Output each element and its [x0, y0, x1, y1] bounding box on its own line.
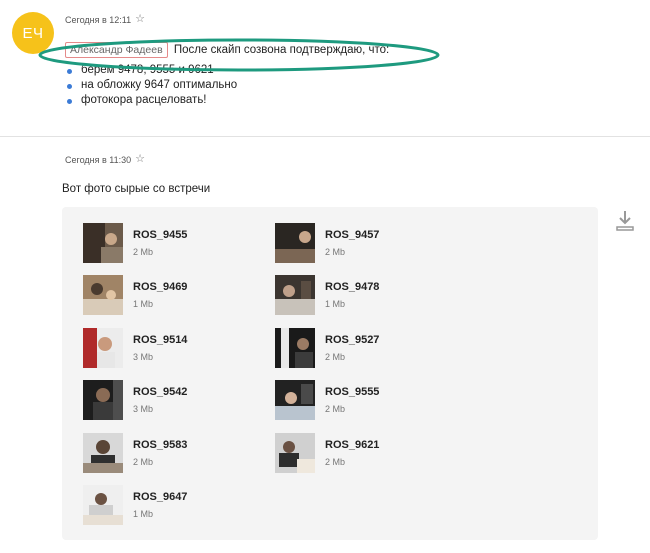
avatar[interactable]: ЕЧ: [12, 12, 54, 54]
photo-thumbnail[interactable]: [83, 328, 123, 368]
file-name[interactable]: ROS_9583: [133, 439, 187, 451]
list-item: на обложку 9647 оптимально: [65, 78, 389, 93]
file-name[interactable]: ROS_9527: [325, 334, 379, 346]
file-size: 1 Mb: [133, 299, 154, 309]
photo-thumbnail[interactable]: [83, 275, 123, 315]
attachment-item[interactable]: ROS_9647 1 Mb: [83, 485, 263, 527]
star-icon[interactable]: ☆: [135, 154, 145, 165]
message-text: Вот фото сырые со встречи: [62, 183, 211, 195]
file-size: 2 Mb: [325, 247, 346, 257]
photo-thumbnail[interactable]: [275, 275, 315, 315]
photo-thumbnail[interactable]: [83, 433, 123, 473]
file-size: 2 Mb: [325, 404, 346, 414]
file-size: 3 Mb: [133, 352, 154, 362]
photo-thumbnail[interactable]: [83, 485, 123, 525]
file-name[interactable]: ROS_9621: [325, 439, 379, 451]
attachment-item[interactable]: ROS_9527 2 Mb: [275, 328, 455, 370]
file-name[interactable]: ROS_9647: [133, 491, 187, 503]
file-size: 1 Mb: [325, 299, 346, 309]
message-body: Александр Фадеев После скайп созвона под…: [65, 42, 389, 108]
file-size: 2 Mb: [133, 247, 154, 257]
photo-thumbnail[interactable]: [275, 223, 315, 263]
photo-thumbnail[interactable]: [275, 433, 315, 473]
attachment-item[interactable]: ROS_9621 2 Mb: [275, 433, 455, 475]
message-meta: Сегодня в 12:11 ☆: [65, 14, 145, 25]
timestamp: Сегодня в 12:11: [65, 14, 132, 25]
file-name[interactable]: ROS_9514: [133, 334, 187, 346]
timestamp: Сегодня в 11:30: [65, 154, 132, 165]
file-size: 2 Mb: [325, 457, 346, 467]
file-name[interactable]: ROS_9542: [133, 386, 187, 398]
attachment-item[interactable]: ROS_9469 1 Mb: [83, 275, 263, 317]
photo-thumbnail[interactable]: [275, 328, 315, 368]
attachment-item[interactable]: ROS_9514 3 Mb: [83, 328, 263, 370]
attachment-item[interactable]: ROS_9478 1 Mb: [275, 275, 455, 317]
file-name[interactable]: ROS_9469: [133, 281, 187, 293]
attachment-item[interactable]: ROS_9457 2 Mb: [275, 223, 455, 265]
photo-thumbnail[interactable]: [83, 380, 123, 420]
file-size: 2 Mb: [133, 457, 154, 467]
divider: [0, 136, 650, 137]
attachment-item[interactable]: ROS_9542 3 Mb: [83, 380, 263, 422]
star-icon[interactable]: ☆: [135, 14, 145, 25]
list-item: фотокора расцеловать!: [65, 93, 389, 108]
message-headline: После скайп созвона подтверждаю, что:: [173, 44, 390, 56]
bullet-list: берем 9478, 9555 и 9621 на обложку 9647 …: [65, 63, 389, 108]
mention-tag[interactable]: Александр Фадеев: [65, 42, 168, 58]
photo-thumbnail[interactable]: [275, 380, 315, 420]
file-name[interactable]: ROS_9457: [325, 229, 379, 241]
list-item: берем 9478, 9555 и 9621: [65, 63, 389, 78]
file-size: 3 Mb: [133, 404, 154, 414]
file-size: 1 Mb: [133, 509, 154, 519]
attachment-item[interactable]: ROS_9555 2 Mb: [275, 380, 455, 422]
file-name[interactable]: ROS_9455: [133, 229, 187, 241]
attachments-panel: ROS_9455 2 Mb ROS_9469 1 Mb ROS_9514 3 M…: [62, 207, 598, 540]
file-size: 2 Mb: [325, 352, 346, 362]
file-name[interactable]: ROS_9555: [325, 386, 379, 398]
file-name[interactable]: ROS_9478: [325, 281, 379, 293]
message-meta: Сегодня в 11:30 ☆: [65, 154, 145, 165]
attachment-item[interactable]: ROS_9455 2 Mb: [83, 223, 263, 265]
photo-thumbnail[interactable]: [83, 223, 123, 263]
attachment-item[interactable]: ROS_9583 2 Mb: [83, 433, 263, 475]
download-icon[interactable]: [612, 208, 638, 234]
